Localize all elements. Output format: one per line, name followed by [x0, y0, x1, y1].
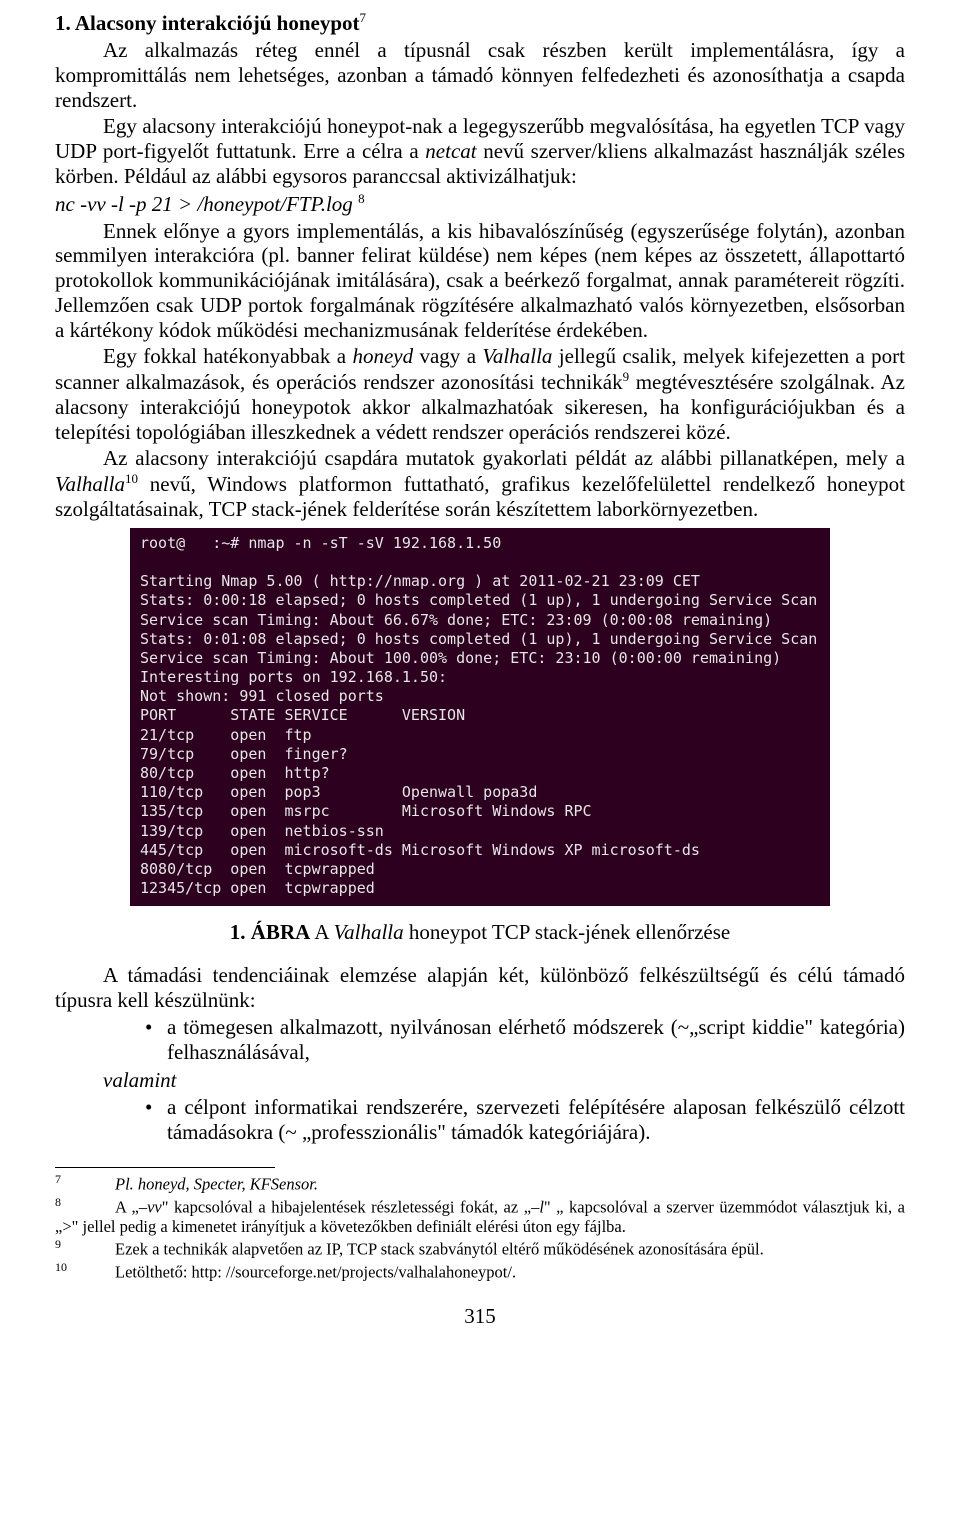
- caption-valhalla: Valhalla: [334, 920, 404, 944]
- p5-c: nevű, Windows platformon futtatható, gra…: [55, 472, 905, 521]
- p4-valhalla: Valhalla: [482, 344, 552, 368]
- p5-footnote-ref: 10: [125, 471, 138, 486]
- fn7-text: Pl. honeyd, Specter, KFSensor.: [115, 1174, 318, 1193]
- bullet-list-2: a célpont informatikai rendszerére, szer…: [55, 1095, 905, 1145]
- paragraph-5: Az alacsony interakciójú csapdára mutato…: [55, 446, 905, 521]
- p4-honeyd: honeyd: [352, 344, 413, 368]
- p2-netcat: netcat: [425, 139, 476, 163]
- bullet-2: a célpont informatikai rendszerére, szer…: [145, 1095, 905, 1145]
- footnote-9: 9Ezek a technikák alapvetően az IP, TCP …: [55, 1237, 905, 1259]
- fn9-num: 9: [55, 1237, 115, 1251]
- caption-c: honeypot TCP stack-jének ellenőrzése: [404, 920, 731, 944]
- page-number: 315: [55, 1304, 905, 1329]
- document-page: 1. Alacsony interakciójú honeypot7 Az al…: [0, 0, 960, 1359]
- footnotes: 7Pl. honeyd, Specter, KFSensor. 8A „–vv"…: [55, 1172, 905, 1282]
- fn8-d: –l: [531, 1197, 544, 1216]
- paragraph-6: A támadási tendenciáinak elemzése alapjá…: [55, 963, 905, 1013]
- figure-caption: 1. ÁBRA A Valhalla honeypot TCP stack-jé…: [55, 920, 905, 945]
- paragraph-3: Ennek előnye a gyors implementálás, a ki…: [55, 219, 905, 343]
- terminal-screenshot: root@ :~# nmap -n -sT -sV 192.168.1.50 S…: [130, 528, 830, 907]
- bullet-1: a tömegesen alkalmazott, nyilvánosan elé…: [145, 1015, 905, 1065]
- fn10-num: 10: [55, 1260, 115, 1274]
- valamint-label: valamint: [103, 1068, 905, 1093]
- command-line: nc -vv -l -p 21 > /honeypot/FTP.log 8: [55, 191, 905, 217]
- footnote-10: 10Letölthető: http: //sourceforge.net/pr…: [55, 1260, 905, 1282]
- fn8-num: 8: [55, 1195, 115, 1209]
- paragraph-1: Az alkalmazás réteg ennél a típusnál csa…: [55, 38, 905, 112]
- p4-a: Egy fokkal hatékonyabbak a: [103, 344, 352, 368]
- p4-c: vagy a: [413, 344, 482, 368]
- fn10-text: Letölthető: http: //sourceforge.net/proj…: [115, 1263, 516, 1282]
- fn8-b: –vv: [139, 1197, 162, 1216]
- paragraph-4: Egy fokkal hatékonyabbak a honeyd vagy a…: [55, 344, 905, 444]
- section-heading: 1. Alacsony interakciójú honeypot7: [55, 10, 905, 36]
- heading-text: 1. Alacsony interakciójú honeypot: [55, 11, 360, 35]
- command-footnote-ref: 8: [358, 191, 365, 206]
- paragraph-2: Egy alacsony interakciójú honeypot-nak a…: [55, 114, 905, 188]
- fn8-a: A „: [115, 1197, 139, 1216]
- footnote-separator: [55, 1167, 275, 1168]
- caption-label: 1. ÁBRA: [230, 920, 311, 944]
- caption-a: A: [310, 920, 333, 944]
- p5-a: Az alacsony interakciójú csapdára mutato…: [103, 446, 905, 470]
- bullet-list-1: a tömegesen alkalmazott, nyilvánosan elé…: [55, 1015, 905, 1065]
- fn8-c: " kapcsolóval a hibajelentések részletes…: [162, 1197, 531, 1216]
- footnote-7: 7Pl. honeyd, Specter, KFSensor.: [55, 1172, 905, 1194]
- command-text: nc -vv -l -p 21 > /honeypot/FTP.log: [55, 192, 358, 216]
- p5-valhalla: Valhalla: [55, 472, 125, 496]
- fn7-num: 7: [55, 1172, 115, 1186]
- fn9-text: Ezek a technikák alapvetően az IP, TCP s…: [115, 1240, 764, 1259]
- heading-footnote-ref: 7: [360, 10, 367, 25]
- footnote-8: 8A „–vv" kapcsolóval a hibajelentések ré…: [55, 1195, 905, 1236]
